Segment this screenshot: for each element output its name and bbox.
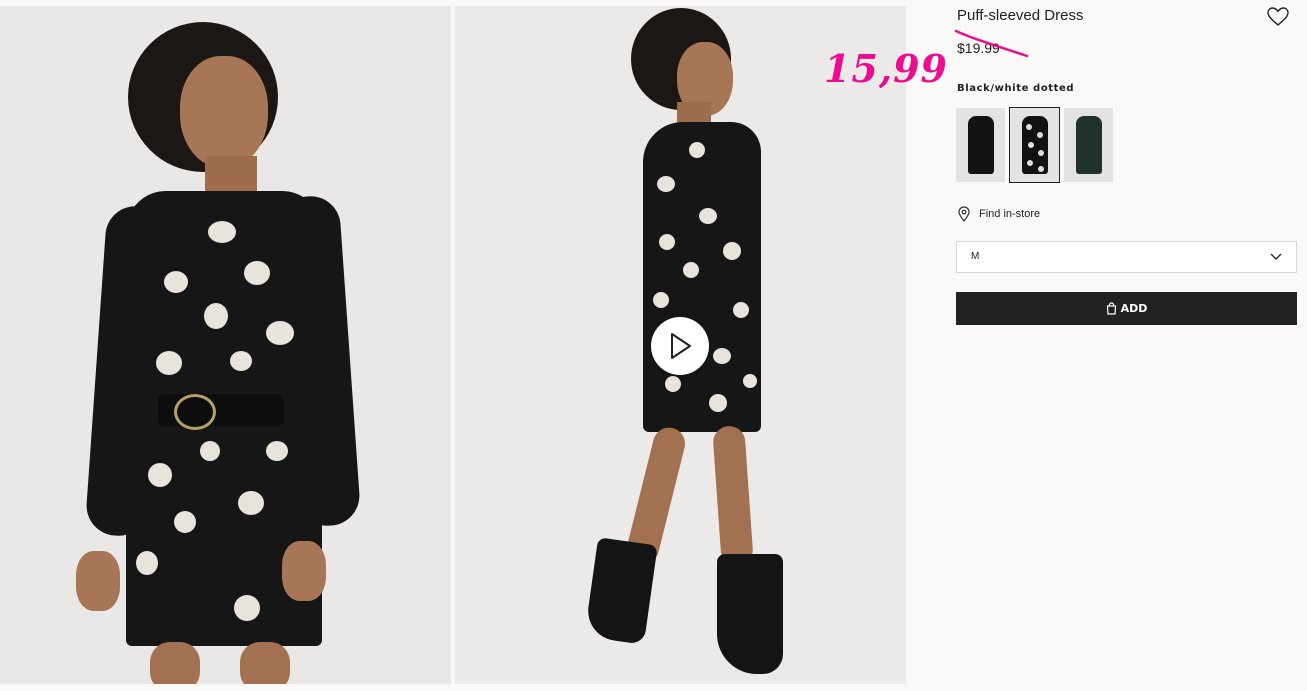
polka-dress — [643, 122, 761, 432]
selected-color-name: Black/white dotted — [957, 83, 1075, 94]
swatch-dark-green[interactable] — [1064, 108, 1113, 182]
product-photo-side[interactable] — [455, 6, 906, 684]
chevron-down-icon — [1270, 253, 1282, 260]
product-photo-front[interactable] — [0, 6, 451, 684]
swatch-dress-thumbnail — [968, 116, 994, 174]
add-button-label: ADD — [1120, 302, 1148, 315]
heart-outline-icon — [1267, 7, 1289, 26]
find-in-store-label: Find in-store — [979, 208, 1041, 220]
model-leg-left — [150, 642, 200, 684]
boot-right — [717, 554, 783, 674]
color-swatches — [956, 107, 1113, 183]
size-dropdown[interactable]: M — [956, 241, 1297, 273]
play-video-button[interactable] — [651, 317, 709, 375]
model-face — [180, 56, 268, 168]
shopping-bag-icon — [1106, 302, 1116, 315]
product-title: Puff-sleeved Dress — [957, 7, 1084, 24]
original-price: $19.99 — [957, 40, 1000, 56]
model-leg-right — [712, 425, 754, 567]
model-hand-right — [282, 541, 326, 601]
swatch-dress-thumbnail — [1022, 116, 1048, 174]
add-to-bag-button[interactable]: ADD — [956, 292, 1297, 325]
belt-buckle — [174, 394, 216, 430]
boot-left — [584, 537, 658, 645]
size-selected-value: M — [971, 251, 980, 262]
swatch-dress-thumbnail — [1076, 116, 1102, 174]
favorite-button[interactable] — [1267, 7, 1289, 27]
model-leg-right — [240, 642, 290, 684]
model-hand-left — [76, 551, 120, 611]
swatch-black[interactable] — [956, 108, 1005, 182]
find-in-store-link[interactable]: Find in-store — [957, 206, 1040, 222]
swatch-black-white-dotted[interactable] — [1009, 107, 1060, 183]
sale-price: 15,99 — [824, 46, 948, 91]
location-pin-icon — [958, 206, 970, 222]
play-icon — [671, 333, 691, 359]
